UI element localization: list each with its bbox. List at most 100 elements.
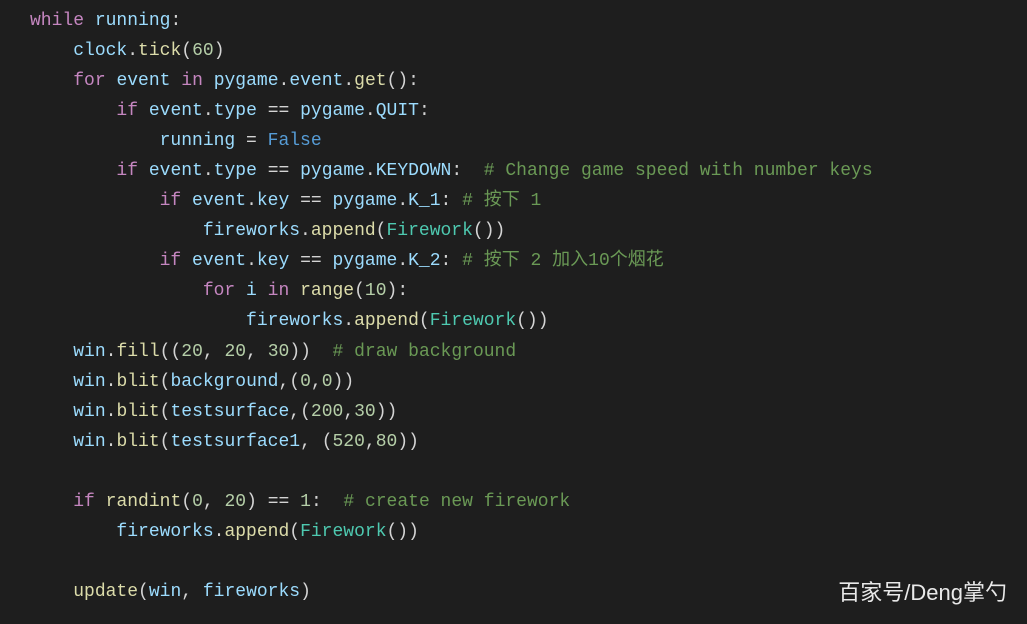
token-number: 200 — [311, 402, 343, 422]
code-editor[interactable]: while running: clock.tick(60) for event … — [0, 6, 1027, 607]
token-variable: testsurface1 — [170, 432, 300, 452]
token-punct: ,( — [279, 372, 301, 392]
token-punct — [203, 71, 214, 91]
token-punct: . — [246, 251, 257, 271]
token-number: 20 — [181, 342, 203, 362]
token-punct: ( — [160, 372, 171, 392]
token-number: 1 — [300, 492, 311, 512]
token-variable: win — [73, 372, 105, 392]
token-keyword: if — [116, 101, 138, 121]
token-keyword: if — [160, 251, 182, 271]
token-punct: , — [246, 342, 268, 362]
token-function: range — [300, 281, 354, 301]
token-punct — [257, 281, 268, 301]
token-punct: ( — [160, 402, 171, 422]
token-comment: # draw background — [333, 342, 517, 362]
code-line: win.blit(testsurface1, (520,80)) — [0, 427, 1027, 457]
token-punct: . — [106, 402, 117, 422]
token-function: blit — [116, 402, 159, 422]
token-number: 20 — [225, 492, 247, 512]
token-variable: fireworks — [203, 582, 300, 602]
token-punct: . — [203, 161, 214, 181]
token-comment: # Change game speed with number keys — [484, 161, 873, 181]
token-variable: QUIT — [376, 101, 419, 121]
token-function: tick — [138, 41, 181, 61]
token-punct: . — [214, 522, 225, 542]
token-number: 0 — [322, 372, 333, 392]
token-punct — [170, 71, 181, 91]
code-line: win.fill((20, 20, 30)) # draw background — [0, 337, 1027, 367]
token-keyword: in — [181, 71, 203, 91]
token-function: update — [73, 582, 138, 602]
token-punct — [138, 101, 149, 121]
token-number: 30 — [354, 402, 376, 422]
token-variable: win — [73, 432, 105, 452]
token-punct: . — [106, 342, 117, 362]
token-variable: event — [116, 71, 170, 91]
token-function: blit — [116, 372, 159, 392]
token-variable: running — [160, 131, 236, 151]
token-keyword: for — [203, 281, 235, 301]
token-number: 20 — [224, 342, 246, 362]
token-punct: ( — [181, 41, 192, 61]
token-variable: clock — [73, 41, 127, 61]
token-variable: event — [149, 101, 203, 121]
token-punct: , — [365, 432, 376, 452]
code-line: running = False — [0, 126, 1027, 156]
token-punct — [106, 71, 117, 91]
token-variable: type — [214, 161, 257, 181]
token-keyword: while — [30, 11, 84, 31]
token-punct: : — [441, 191, 463, 211]
token-variable: i — [246, 281, 257, 301]
token-punct: ( — [289, 522, 300, 542]
token-punct: )) — [289, 342, 332, 362]
token-comment: # 按下 1 — [462, 191, 541, 211]
token-number: 60 — [192, 41, 214, 61]
code-line: fireworks.append(Firework()) — [0, 306, 1027, 336]
token-constant: False — [268, 131, 322, 151]
token-punct: . — [106, 372, 117, 392]
token-variable: key — [257, 191, 289, 211]
code-line: win.blit(background,(0,0)) — [0, 367, 1027, 397]
token-variable: event — [289, 71, 343, 91]
token-punct: ( — [181, 492, 192, 512]
token-number: 30 — [268, 342, 290, 362]
code-line: if event.key == pygame.K_2: # 按下 2 加入10个… — [0, 246, 1027, 276]
token-punct: ,( — [289, 402, 311, 422]
token-punct: : — [419, 101, 430, 121]
token-number: 0 — [300, 372, 311, 392]
token-variable: win — [149, 582, 181, 602]
token-variable: running — [95, 11, 171, 31]
code-line: clock.tick(60) — [0, 36, 1027, 66]
token-variable: fireworks — [246, 311, 343, 331]
token-punct: : — [311, 492, 343, 512]
token-punct: == — [289, 191, 332, 211]
token-function: append — [354, 311, 419, 331]
token-punct: ) — [214, 41, 225, 61]
code-line: if randint(0, 20) == 1: # create new fir… — [0, 487, 1027, 517]
token-variable: pygame — [333, 191, 398, 211]
code-line: fireworks.append(Firework()) — [0, 517, 1027, 547]
code-line: if event.type == pygame.QUIT: — [0, 96, 1027, 126]
token-punct: )) — [333, 372, 355, 392]
token-variable: testsurface — [170, 402, 289, 422]
token-variable: event — [192, 191, 246, 211]
token-punct: , — [343, 402, 354, 422]
token-punct: . — [106, 432, 117, 452]
code-line: if event.key == pygame.K_1: # 按下 1 — [0, 186, 1027, 216]
token-function: append — [311, 221, 376, 241]
token-punct — [84, 11, 95, 31]
token-number: 0 — [192, 492, 203, 512]
token-punct: = — [235, 131, 267, 151]
token-punct: == — [289, 251, 332, 271]
token-punct: == — [257, 161, 300, 181]
token-class-name: Firework — [386, 221, 472, 241]
token-punct: . — [397, 251, 408, 271]
token-punct: ()) — [516, 311, 548, 331]
token-punct: ()) — [387, 522, 419, 542]
token-variable: pygame — [300, 161, 365, 181]
token-function: get — [354, 71, 386, 91]
token-comment: # create new firework — [343, 492, 570, 512]
token-number: 520 — [333, 432, 365, 452]
token-class-name: Firework — [430, 311, 516, 331]
